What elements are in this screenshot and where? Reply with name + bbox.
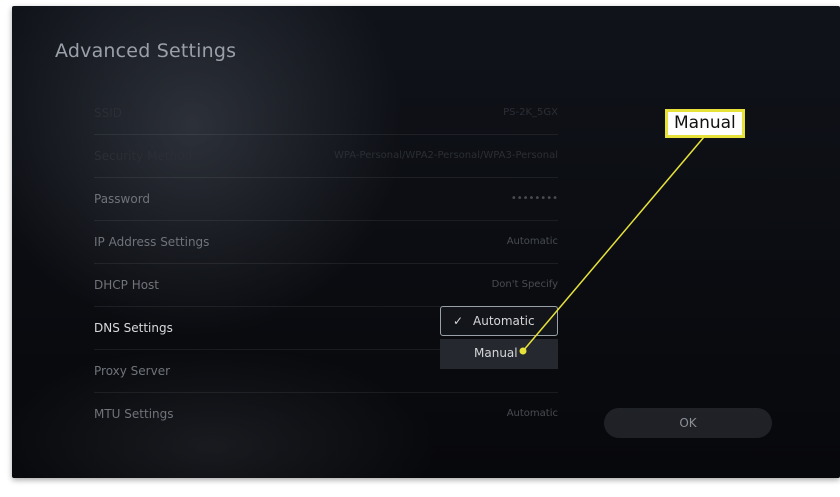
setting-value: Automatic bbox=[506, 408, 558, 419]
setting-row-mtu[interactable]: MTU Settings Automatic bbox=[94, 393, 558, 435]
dropdown-option-label: Automatic bbox=[473, 314, 535, 328]
setting-label: DNS Settings bbox=[94, 321, 173, 335]
setting-row-security-method[interactable]: Security Method WPA-Personal/WPA2-Person… bbox=[94, 135, 558, 178]
setting-value: PS-2K_5GX bbox=[503, 107, 558, 118]
setting-label: Security Method bbox=[94, 149, 193, 163]
page-title: Advanced Settings bbox=[55, 40, 237, 62]
setting-row-password[interactable]: Password •••••••• bbox=[94, 178, 558, 221]
setting-label: Password bbox=[94, 192, 151, 206]
setting-row-dhcp-host[interactable]: DHCP Host Don't Specify bbox=[94, 264, 558, 307]
setting-label: SSID bbox=[94, 106, 123, 120]
dropdown-option-automatic[interactable]: ✓ Automatic bbox=[440, 306, 558, 336]
setting-value: •••••••• bbox=[510, 193, 558, 204]
setting-label: DHCP Host bbox=[94, 278, 160, 292]
setting-value: WPA-Personal/WPA2-Personal/WPA3-Personal bbox=[334, 150, 558, 161]
dropdown-option-label: Manual bbox=[474, 346, 518, 360]
ok-button[interactable]: OK bbox=[604, 408, 772, 438]
setting-value: Don't Specify bbox=[491, 279, 558, 290]
setting-row-ip-address[interactable]: IP Address Settings Automatic bbox=[94, 221, 558, 264]
dropdown-option-manual[interactable]: Manual bbox=[440, 339, 558, 369]
setting-label: MTU Settings bbox=[94, 407, 174, 421]
setting-value: Automatic bbox=[506, 236, 558, 247]
setting-label: Proxy Server bbox=[94, 364, 171, 378]
dns-dropdown[interactable]: ✓ Automatic Manual bbox=[440, 306, 558, 369]
setting-row-ssid[interactable]: SSID PS-2K_5GX bbox=[94, 92, 558, 135]
ps5-screen: Advanced Settings SSID PS-2K_5GX Securit… bbox=[12, 6, 840, 478]
setting-label: IP Address Settings bbox=[94, 235, 210, 249]
checkmark-icon: ✓ bbox=[453, 314, 464, 328]
annotation-callout: Manual bbox=[665, 109, 745, 138]
